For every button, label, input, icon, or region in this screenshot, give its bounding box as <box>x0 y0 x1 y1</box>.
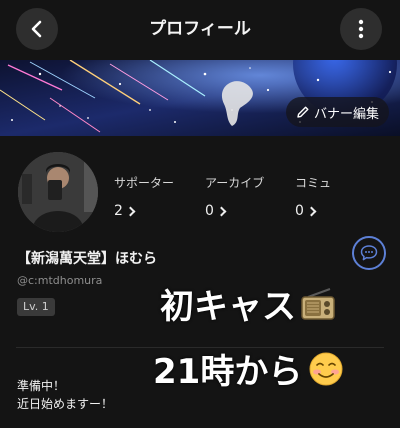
message-button[interactable] <box>352 236 386 270</box>
level-badge: Lv. 1 <box>17 298 55 316</box>
stat-archive[interactable]: アーカイブ 0 <box>205 174 264 219</box>
stat-value: 0 <box>205 203 214 219</box>
chevron-right-icon <box>125 206 136 216</box>
overlay-text-line1: 初キャス <box>160 279 336 328</box>
vertical-dots-icon <box>358 19 364 39</box>
stat-label: アーカイブ <box>205 176 265 190</box>
header-bar: プロフィール <box>0 0 400 60</box>
avatar[interactable] <box>18 152 98 232</box>
pencil-icon <box>297 106 309 118</box>
chevron-right-icon <box>306 206 317 216</box>
back-button[interactable] <box>16 8 58 50</box>
chat-bubble-icon <box>360 245 378 261</box>
chevron-right-icon <box>216 206 227 216</box>
overlay-text: 初キャス <box>160 287 296 327</box>
profile-name: 【新潟萬天堂】ほむら <box>17 251 157 267</box>
stat-value: 2 <box>114 203 123 219</box>
more-options-button[interactable] <box>340 8 382 50</box>
smiling-face-emoji <box>309 352 343 385</box>
bio-line: 近日始めますー！ <box>17 397 114 411</box>
avatar-image <box>18 152 98 232</box>
banner-edit-button[interactable]: バナー編集 <box>286 97 390 127</box>
stat-label: コミュ <box>295 176 332 190</box>
profile-bio: 準備中！ 近日始めますー！ <box>17 377 113 413</box>
stat-supporters[interactable]: サポーター 2 <box>114 174 174 219</box>
chevron-left-icon <box>31 20 42 38</box>
overlay-text: 21時から <box>153 352 303 392</box>
bio-line: 準備中！ <box>17 379 66 393</box>
stat-community[interactable]: コミュ 0 <box>295 174 331 219</box>
overlay-text-line2: 21時から <box>153 344 344 393</box>
radio-emoji <box>301 287 335 320</box>
stat-value: 0 <box>295 203 304 219</box>
stat-label: サポーター <box>114 176 175 190</box>
banner-edit-label: バナー編集 <box>314 106 380 122</box>
profile-handle: @c:mtdhomura <box>17 274 103 287</box>
